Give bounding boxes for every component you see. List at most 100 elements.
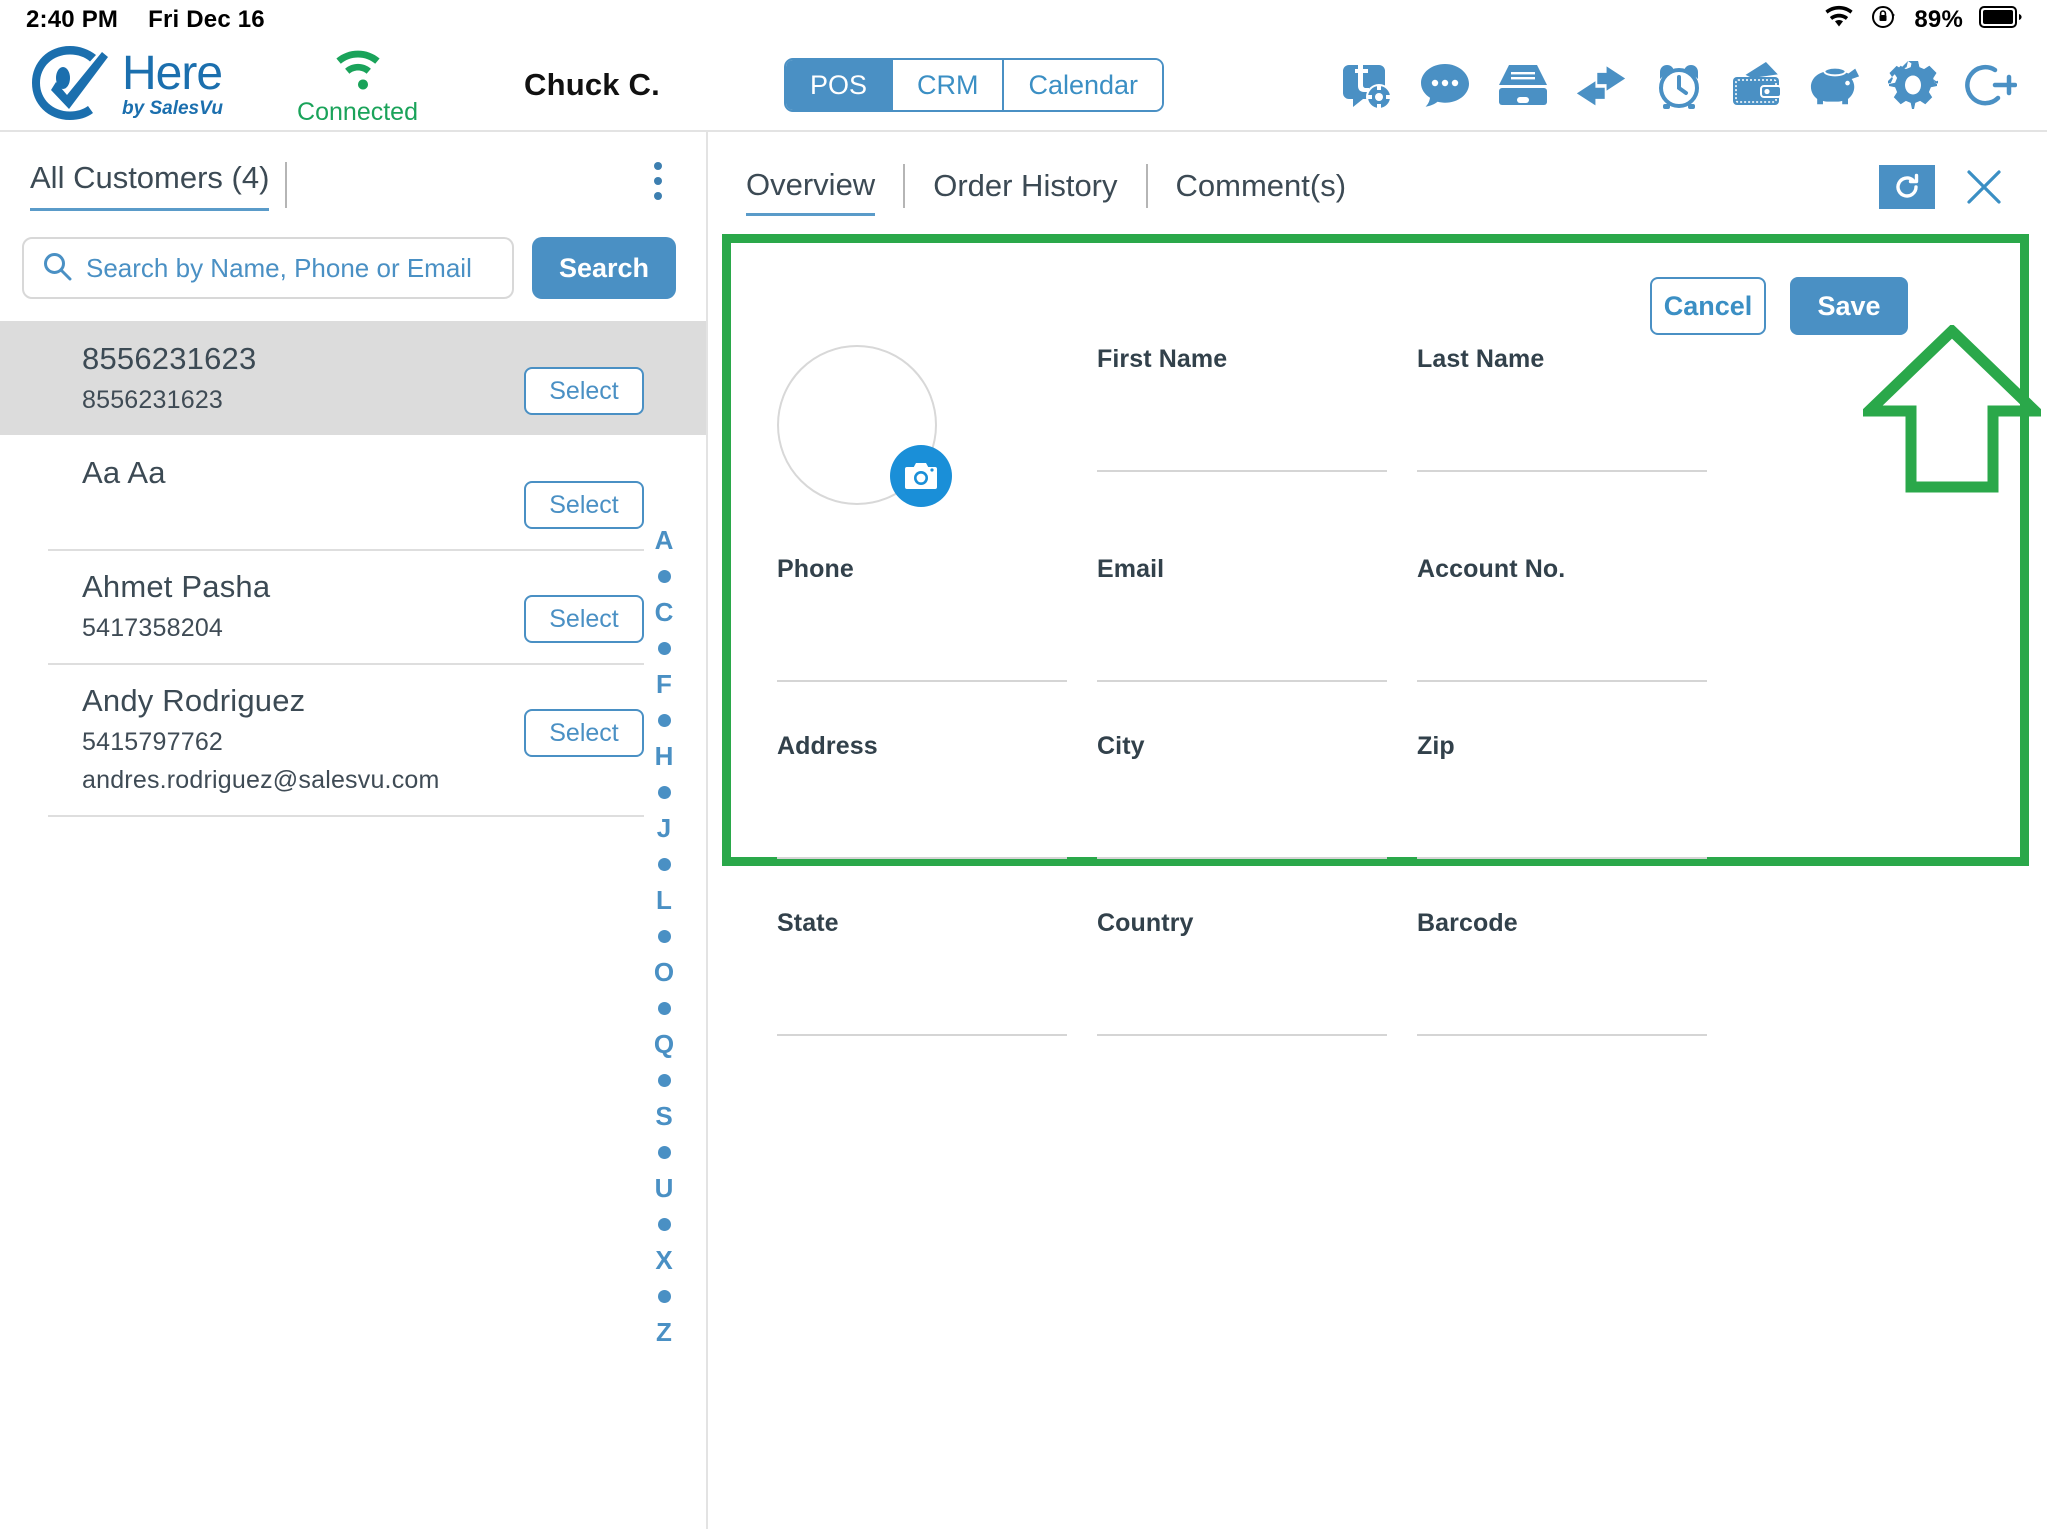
tab-divider xyxy=(903,164,906,208)
detail-panel-actions xyxy=(1879,164,2017,210)
tab-crm[interactable]: CRM xyxy=(892,60,1005,110)
country-input[interactable] xyxy=(1097,952,1387,986)
list-item[interactable]: Aa Aa Select xyxy=(0,435,706,549)
alpha-index-letter[interactable]: C xyxy=(655,594,674,630)
search-button[interactable]: Search xyxy=(532,237,676,299)
alpha-index-letter[interactable]: A xyxy=(655,522,674,558)
select-button[interactable]: Select xyxy=(524,595,644,643)
alpha-index-dot[interactable] xyxy=(657,558,671,594)
field-underline xyxy=(1417,680,1707,682)
phone-field[interactable]: Phone xyxy=(777,555,1097,682)
logout-icon[interactable] xyxy=(1965,59,2017,111)
state-input[interactable] xyxy=(777,952,1067,986)
tab-divider xyxy=(1145,164,1148,208)
barcode-field[interactable]: Barcode xyxy=(1417,909,1737,1036)
last-name-input[interactable] xyxy=(1417,388,1707,422)
alpha-index-letter[interactable]: F xyxy=(656,666,672,702)
alpha-index-dot[interactable] xyxy=(657,630,671,666)
connection-status: Connected xyxy=(297,46,418,125)
alpha-index-letter[interactable]: U xyxy=(655,1170,674,1206)
alphabet-index[interactable]: A C F H J L O Q S U X Z xyxy=(644,522,684,1350)
alpha-index-dot[interactable] xyxy=(657,846,671,882)
list-item[interactable]: 8556231623 8556231623 Select xyxy=(0,321,706,435)
alpha-index-letter[interactable]: Q xyxy=(654,1026,674,1062)
phone-input[interactable] xyxy=(777,598,1067,632)
alpha-index-dot[interactable] xyxy=(657,1062,671,1098)
customer-name: Ahmet Pasha xyxy=(82,569,271,604)
cancel-button[interactable]: Cancel xyxy=(1650,277,1766,335)
refresh-icon[interactable] xyxy=(1879,165,1935,209)
first-name-input[interactable] xyxy=(1097,388,1387,422)
alpha-index-dot[interactable] xyxy=(657,1278,671,1314)
zip-field[interactable]: Zip xyxy=(1417,732,1737,859)
email-field[interactable]: Email xyxy=(1097,555,1417,682)
tab-order-history[interactable]: Order History xyxy=(933,168,1117,214)
alpha-index-letter[interactable]: H xyxy=(655,738,674,774)
phone-label: Phone xyxy=(777,555,854,583)
alpha-index-dot[interactable] xyxy=(657,990,671,1026)
wallet-cash-icon[interactable] xyxy=(1731,59,1783,111)
gear-icon[interactable] xyxy=(1887,59,1939,111)
customer-phone: 8556231623 xyxy=(82,386,224,414)
alpha-index-dot[interactable] xyxy=(657,774,671,810)
barcode-input[interactable] xyxy=(1417,952,1707,986)
alpha-index-letter[interactable]: Z xyxy=(656,1314,672,1350)
select-button[interactable]: Select xyxy=(524,709,644,757)
alpha-index-dot[interactable] xyxy=(657,918,671,954)
select-button[interactable]: Select xyxy=(524,367,644,415)
email-input[interactable] xyxy=(1097,598,1387,632)
city-input[interactable] xyxy=(1097,775,1387,809)
camera-icon[interactable] xyxy=(890,445,952,507)
account-no-field[interactable]: Account No. xyxy=(1417,555,1737,682)
search-input-wrapper[interactable]: Search by Name, Phone or Email xyxy=(22,237,514,299)
save-button[interactable]: Save xyxy=(1790,277,1908,335)
list-item[interactable]: Andy Rodriguez 5415797762 andres.rodrigu… xyxy=(0,663,706,815)
last-name-field[interactable]: Last Name xyxy=(1417,345,1737,505)
alpha-index-letter[interactable]: L xyxy=(656,882,672,918)
customer-detail-panel: Overview Order History Comment(s) Cancel… xyxy=(708,132,2047,1529)
zip-input[interactable] xyxy=(1417,775,1707,809)
field-underline xyxy=(1417,857,1707,859)
more-vertical-icon[interactable] xyxy=(654,162,662,200)
tab-pos[interactable]: POS xyxy=(785,60,893,110)
first-name-label: First Name xyxy=(1097,345,1228,373)
alpha-index-letter[interactable]: O xyxy=(654,954,674,990)
tickets-settings-icon[interactable] xyxy=(1341,59,1393,111)
select-button[interactable]: Select xyxy=(524,481,644,529)
first-name-field[interactable]: First Name xyxy=(1097,345,1417,505)
country-field[interactable]: Country xyxy=(1097,909,1417,1036)
tab-comments[interactable]: Comment(s) xyxy=(1176,168,1347,214)
state-field[interactable]: State xyxy=(777,909,1097,1036)
tab-calendar[interactable]: Calendar xyxy=(1004,60,1163,110)
alpha-index-dot[interactable] xyxy=(657,1134,671,1170)
customer-phone: 5415797762 xyxy=(82,728,224,756)
alpha-index-letter[interactable]: X xyxy=(655,1242,672,1278)
field-underline xyxy=(1097,680,1387,682)
piggy-bank-icon[interactable] xyxy=(1809,59,1861,111)
app-logo: Here by SalesVu xyxy=(26,42,223,129)
address-input[interactable] xyxy=(777,775,1067,809)
chat-bubble-icon[interactable] xyxy=(1419,59,1471,111)
tab-overview[interactable]: Overview xyxy=(746,167,876,216)
list-item[interactable]: Ahmet Pasha 5417358204 Select xyxy=(0,549,706,663)
last-name-label: Last Name xyxy=(1417,345,1545,373)
avatar-uploader[interactable] xyxy=(777,345,1097,507)
account-no-input[interactable] xyxy=(1417,598,1707,632)
list-separator xyxy=(0,815,706,817)
alarm-clock-icon[interactable] xyxy=(1653,59,1705,111)
exchange-arrows-icon[interactable] xyxy=(1575,59,1627,111)
alpha-index-letter[interactable]: S xyxy=(655,1098,672,1134)
search-input[interactable]: Search by Name, Phone or Email xyxy=(86,253,472,284)
city-field[interactable]: City xyxy=(1097,732,1417,859)
customer-form-card: Cancel Save First Name Last Name Phone E… xyxy=(722,234,2041,1036)
customer-email: andres.rodriguez@salesvu.com xyxy=(82,766,440,794)
address-field[interactable]: Address xyxy=(777,732,1097,859)
wifi-signal-icon xyxy=(326,46,390,96)
file-drawer-icon[interactable] xyxy=(1497,59,1549,111)
alpha-index-dot[interactable] xyxy=(657,1206,671,1242)
alpha-index-dot[interactable] xyxy=(657,702,671,738)
address-label: Address xyxy=(777,732,878,760)
top-navigation-bar: Here by SalesVu Connected Chuck C. POS C… xyxy=(0,40,2047,132)
close-icon[interactable] xyxy=(1961,164,2007,210)
alpha-index-letter[interactable]: J xyxy=(657,810,671,846)
